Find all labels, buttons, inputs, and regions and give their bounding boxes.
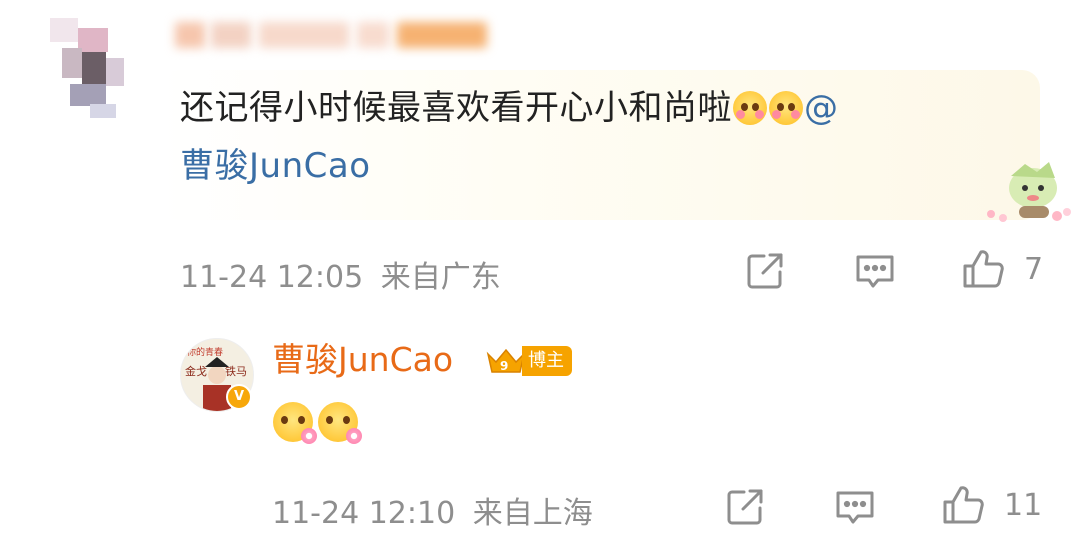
thumbs-up-icon[interactable] — [960, 246, 1006, 292]
thumbs-up-icon[interactable] — [940, 482, 986, 528]
author-name-blurred[interactable] — [175, 14, 515, 58]
comment-icon[interactable] — [832, 484, 878, 530]
svg-text:金戈: 金戈 — [185, 364, 207, 378]
crying-heart-emoji — [733, 91, 767, 125]
mention-link[interactable]: 曹骏JunCao — [180, 144, 371, 188]
blogger-badge: 博主 — [522, 346, 572, 376]
comment-meta: 11-24 12:05 来自广东 — [180, 252, 501, 296]
svg-text:9: 9 — [500, 359, 508, 373]
avatar-blurred[interactable] — [50, 18, 126, 118]
reply-text — [272, 402, 362, 444]
comment-location: 来自广东 — [380, 260, 501, 295]
flower-face-emoji — [318, 402, 362, 444]
mention-symbol[interactable]: @ — [804, 88, 839, 128]
svg-text:你的青春: 你的青春 — [187, 346, 223, 358]
comment-text: 还记得小时候最喜欢看开心小和尚啦 — [180, 88, 732, 128]
like-count: 7 — [1024, 252, 1044, 287]
share-icon[interactable] — [742, 248, 788, 294]
verified-badge-icon: V — [226, 384, 252, 410]
like-count: 11 — [1004, 488, 1043, 523]
reply-location: 来自上海 — [472, 496, 593, 531]
comment-icon[interactable] — [852, 248, 898, 294]
crying-heart-emoji — [769, 91, 803, 125]
share-icon[interactable] — [722, 484, 768, 530]
mascot-sticker — [987, 162, 1071, 222]
reply-timestamp: 11-24 12:10 — [272, 496, 456, 531]
flower-face-emoji — [273, 402, 317, 444]
comment-timestamp: 11-24 12:05 — [180, 260, 364, 295]
reply-meta: 11-24 12:10 来自上海 — [272, 488, 593, 532]
comment-text-line1: 还记得小时候最喜欢看开心小和尚啦 @ — [180, 86, 839, 130]
reply-author-name[interactable]: 曹骏JunCao — [272, 338, 453, 382]
